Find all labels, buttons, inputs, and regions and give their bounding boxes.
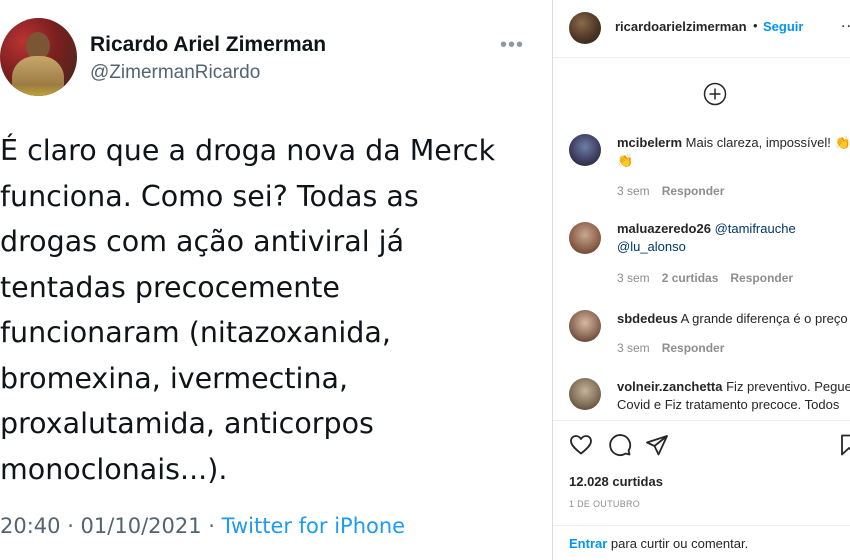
tweet-meta: 20:40 · 01/10/2021 · Twitter for iPhone: [0, 514, 405, 538]
post-header: ricardoarielzimerman • Seguir ...: [553, 0, 850, 58]
tweet-more-icon: •••: [500, 34, 525, 56]
more-options-icon[interactable]: ...: [841, 14, 850, 32]
commenter-avatar[interactable]: [569, 310, 601, 342]
tweet-handle: @ZimermanRicardo: [90, 62, 261, 83]
post-actions-bar: [553, 420, 850, 466]
follow-button[interactable]: Seguir: [763, 19, 803, 34]
comment-likes[interactable]: 2 curtidas: [662, 271, 719, 285]
login-prompt: Entrar para curtir ou comentar.: [553, 525, 850, 560]
comment-body: Fiz preventivo. Pegue: [726, 379, 850, 394]
comment-body: A grande diferença é o preço: [680, 311, 848, 326]
comment-meta: 3 sem 2 curtidas Responder: [617, 271, 805, 285]
login-link[interactable]: Entrar: [569, 536, 607, 551]
comment-mention[interactable]: @lu_alonso: [617, 239, 686, 254]
comment-username[interactable]: maluazeredo26: [617, 221, 711, 236]
save-icon[interactable]: [837, 433, 850, 457]
comment-text: volneir.zanchetta Fiz preventivo. Pegue …: [617, 378, 850, 414]
comment-text: sbdedeus A grande diferença é o preço: [617, 310, 850, 328]
comment-time: 3 sem: [617, 271, 650, 285]
tweet-image: Ricardo Ariel Zimerman @ZimermanRicardo …: [0, 0, 552, 560]
comment-text: mcibelerm Mais clareza, impossível! 👏 👏: [617, 134, 850, 170]
commenter-avatar[interactable]: [569, 222, 601, 254]
instagram-post-panel: ricardoarielzimerman • Seguir ... mcibel…: [552, 0, 850, 560]
tweet-source: Twitter for iPhone: [221, 514, 406, 538]
tweet-timestamp: 20:40 · 01/10/2021 ·: [0, 514, 222, 538]
likes-count[interactable]: 12.028 curtidas: [569, 474, 663, 489]
comment-meta: 3 sem Responder: [617, 341, 736, 355]
header-separator: •: [753, 18, 758, 33]
comment-icon[interactable]: [608, 433, 632, 457]
plus-circle-icon[interactable]: [703, 82, 727, 106]
comment-username[interactable]: sbdedeus: [617, 311, 678, 326]
author-avatar[interactable]: [569, 12, 601, 44]
reply-button[interactable]: Responder: [662, 341, 725, 355]
login-text: Entrar para curtir ou comentar.: [569, 536, 748, 551]
comment-body: Mais clareza, impossível! 👏: [685, 135, 850, 150]
comment-username[interactable]: mcibelerm: [617, 135, 682, 150]
tweet-avatar: [0, 18, 77, 96]
heart-icon[interactable]: [569, 433, 593, 457]
comment-meta: 3 sem Responder: [617, 184, 736, 198]
tweet-display-name: Ricardo Ariel Zimerman: [90, 33, 327, 56]
commenter-avatar[interactable]: [569, 378, 601, 410]
comment-body-line2: Covid e Fiz tratamento precoce. Todos: [617, 397, 840, 412]
tweet-text: É claro que a droga nova da Merck funcio…: [0, 134, 496, 486]
author-username[interactable]: ricardoarielzimerman: [615, 19, 747, 34]
reply-button[interactable]: Responder: [730, 271, 793, 285]
comment-time: 3 sem: [617, 184, 650, 198]
commenter-avatar[interactable]: [569, 134, 601, 166]
comment-mention[interactable]: @tamifrauche: [715, 221, 796, 236]
comment-time: 3 sem: [617, 341, 650, 355]
post-date[interactable]: 1 DE OUTUBRO: [569, 499, 640, 509]
comment-body-line2: 👏: [617, 153, 634, 168]
login-suffix: para curtir ou comentar.: [607, 536, 749, 551]
comment-username[interactable]: volneir.zanchetta: [617, 379, 722, 394]
share-icon[interactable]: [645, 433, 669, 457]
comment-text: maluazeredo26 @tamifrauche @lu_alonso: [617, 220, 850, 256]
reply-button[interactable]: Responder: [662, 184, 725, 198]
